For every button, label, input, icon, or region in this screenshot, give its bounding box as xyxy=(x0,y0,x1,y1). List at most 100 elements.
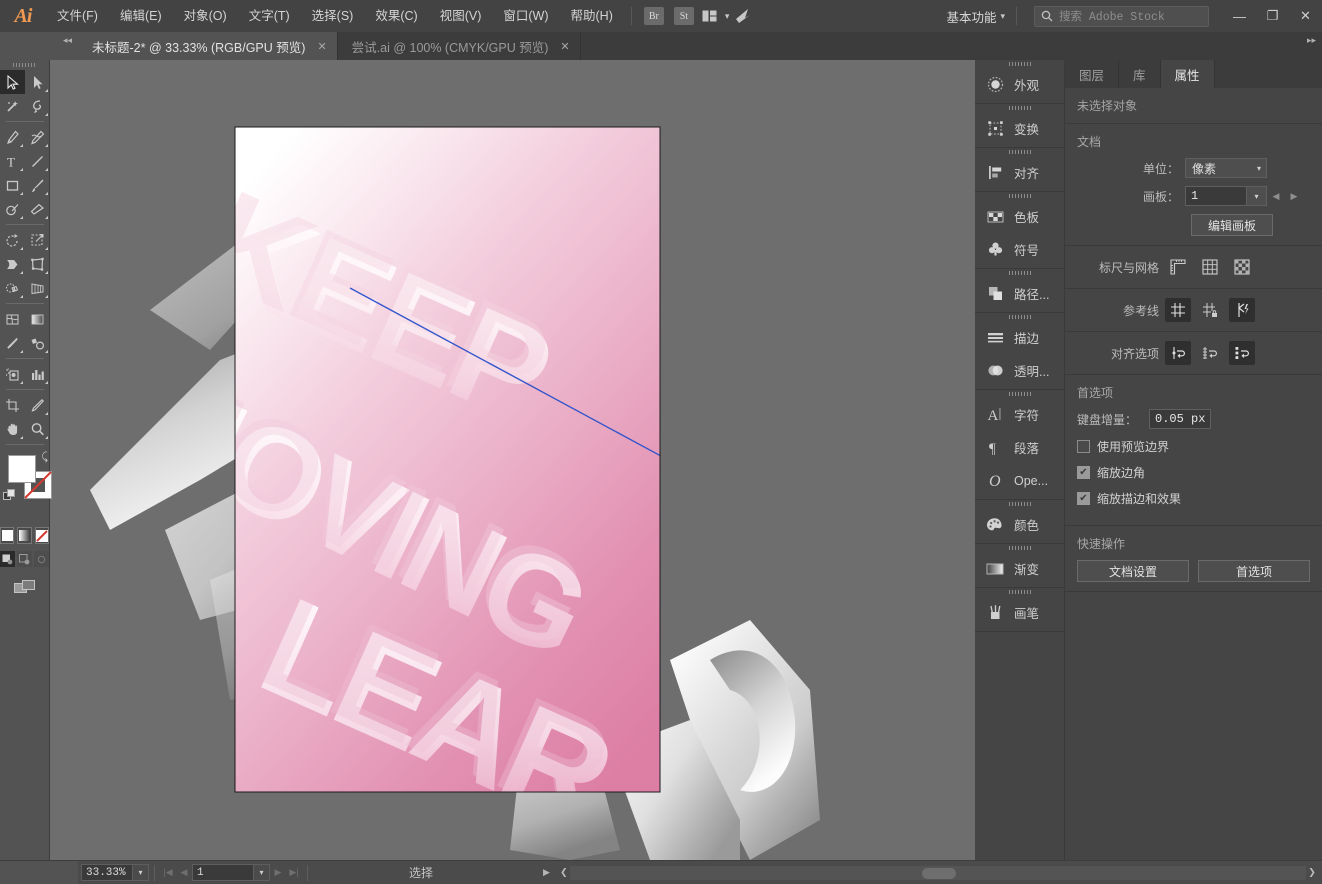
artboard-number-chevron-down-icon[interactable]: ▾ xyxy=(254,864,270,881)
draw-behind-button[interactable] xyxy=(17,551,32,567)
dock-item-gradient[interactable]: 渐变 xyxy=(975,552,1064,585)
dock-item-stroke[interactable]: 描边 xyxy=(975,321,1064,354)
document-tab-1[interactable]: 未标题-2* @ 33.33% (RGB/GPU 预览) ✕ xyxy=(78,32,338,60)
tool-width[interactable] xyxy=(0,252,25,276)
close-button[interactable]: ✕ xyxy=(1289,0,1322,32)
behance-icon[interactable] xyxy=(733,0,755,32)
tool-column-graph[interactable] xyxy=(25,362,50,386)
tool-shaper[interactable] xyxy=(0,197,25,221)
preview-bounds-row[interactable]: 使用预览边界 xyxy=(1077,438,1310,455)
dock-grip-1[interactable] xyxy=(975,60,1064,68)
tool-selection[interactable] xyxy=(0,70,25,94)
preferences-button[interactable]: 首选项 xyxy=(1198,560,1310,582)
toolbar-grip[interactable] xyxy=(0,60,49,70)
canvas-horizontal-scrollbar[interactable]: ❮ ❯ xyxy=(557,865,1318,880)
scale-corners-row[interactable]: 缩放边角 xyxy=(1077,464,1310,481)
artboard-number-input[interactable]: 1 xyxy=(192,864,254,881)
menu-view[interactable]: 视图(V) xyxy=(429,0,493,32)
panel-expand-icon[interactable]: ▸▸ xyxy=(580,32,1322,60)
workspace-switcher[interactable]: 基本功能 xyxy=(942,7,996,26)
scale-corners-checkbox[interactable] xyxy=(1077,466,1090,479)
tool-scale[interactable] xyxy=(25,228,50,252)
color-swatch-button[interactable] xyxy=(0,527,15,544)
tool-gradient[interactable] xyxy=(25,307,50,331)
status-menu-icon[interactable]: ▶ xyxy=(543,867,550,878)
canvas-area[interactable]: KEEP KEEP MOVING MOVING LEAR LEAR xyxy=(50,60,975,860)
edit-artboards-button[interactable]: 编辑画板 xyxy=(1191,214,1273,236)
dock-grip-5[interactable] xyxy=(975,269,1064,277)
preview-bounds-checkbox[interactable] xyxy=(1077,440,1090,453)
zoom-chevron-down-icon[interactable]: ▾ xyxy=(133,864,149,881)
dock-grip-4[interactable] xyxy=(975,192,1064,200)
artwork-canvas[interactable]: KEEP KEEP MOVING MOVING LEAR LEAR xyxy=(50,60,975,860)
tool-slice[interactable] xyxy=(25,393,50,417)
prev-artboard-icon[interactable]: ◀ xyxy=(176,864,192,881)
tool-hand[interactable] xyxy=(0,417,25,441)
unit-select[interactable]: 像素 ▾ xyxy=(1185,158,1267,178)
zoom-level-input[interactable]: 33.33% xyxy=(81,864,133,881)
horizontal-scroll-thumb[interactable] xyxy=(921,867,956,879)
tool-rotate[interactable] xyxy=(0,228,25,252)
default-fill-stroke-icon[interactable] xyxy=(3,489,15,504)
document-tab-2-close-icon[interactable]: ✕ xyxy=(560,40,569,53)
tool-line-segment[interactable] xyxy=(25,149,50,173)
menu-select[interactable]: 选择(S) xyxy=(301,0,365,32)
tool-direct-selection[interactable] xyxy=(25,70,50,94)
none-swatch-button[interactable] xyxy=(34,527,49,544)
document-tab-1-close-icon[interactable]: ✕ xyxy=(317,40,326,53)
dock-item-transparency[interactable]: 透明... xyxy=(975,354,1064,387)
dock-grip-8[interactable] xyxy=(975,500,1064,508)
last-artboard-icon[interactable]: ▶| xyxy=(286,864,302,881)
tool-rectangle[interactable] xyxy=(0,173,25,197)
first-artboard-icon[interactable]: |◀ xyxy=(160,864,176,881)
tool-artboard[interactable] xyxy=(0,393,25,417)
menu-type[interactable]: 文字(T) xyxy=(238,0,301,32)
smart-guides-icon[interactable] xyxy=(1229,298,1255,322)
dock-grip-3[interactable] xyxy=(975,148,1064,156)
lock-guides-icon[interactable] xyxy=(1197,298,1223,322)
tool-mesh[interactable] xyxy=(0,307,25,331)
dock-item-brushes[interactable]: 画笔 xyxy=(975,596,1064,629)
stock-icon[interactable]: St xyxy=(673,7,694,25)
tool-eyedropper[interactable] xyxy=(0,331,25,355)
dock-grip-10[interactable] xyxy=(975,588,1064,596)
show-grid-icon[interactable] xyxy=(1197,255,1223,279)
tool-free-transform[interactable] xyxy=(25,252,50,276)
keyboard-increment-input[interactable]: 0.05 px xyxy=(1149,409,1211,429)
menu-help[interactable]: 帮助(H) xyxy=(560,0,624,32)
dock-item-swatches[interactable]: 色板 xyxy=(975,200,1064,233)
tab-libraries[interactable]: 库 xyxy=(1119,60,1161,88)
search-stock-input[interactable]: 搜索 Adobe Stock xyxy=(1034,5,1209,27)
tool-perspective-grid[interactable] xyxy=(25,276,50,300)
show-guides-icon[interactable] xyxy=(1165,298,1191,322)
tool-zoom[interactable] xyxy=(25,417,50,441)
dock-item-transform[interactable]: 变换 xyxy=(975,112,1064,145)
document-tab-2[interactable]: 尝试.ai @ 100% (CMYK/GPU 预览) ✕ xyxy=(337,32,581,60)
tool-shape-builder[interactable] xyxy=(0,276,25,300)
dock-item-paragraph[interactable]: ¶ 段落 xyxy=(975,431,1064,464)
show-rulers-icon[interactable] xyxy=(1165,255,1191,279)
minimize-button[interactable]: — xyxy=(1223,0,1256,32)
dock-item-symbols[interactable]: 符号 xyxy=(975,233,1064,266)
snap-to-grid-icon[interactable] xyxy=(1197,341,1223,365)
artboard-input[interactable]: 1 xyxy=(1185,186,1247,206)
menu-effect[interactable]: 效果(C) xyxy=(364,0,428,32)
draw-normal-button[interactable] xyxy=(0,551,15,567)
arrange-documents-icon[interactable] xyxy=(699,0,721,32)
dock-item-align[interactable]: 对齐 xyxy=(975,156,1064,189)
bridge-icon[interactable]: Br xyxy=(643,7,664,25)
tool-pen[interactable] xyxy=(0,125,25,149)
scale-strokes-row[interactable]: 缩放描边和效果 xyxy=(1077,490,1310,507)
dock-grip-2[interactable] xyxy=(975,104,1064,112)
maximize-button[interactable]: ❐ xyxy=(1256,0,1289,32)
arrange-chevron-icon[interactable]: ▾ xyxy=(721,11,734,22)
tab-layers[interactable]: 图层 xyxy=(1065,60,1120,88)
show-transparency-grid-icon[interactable] xyxy=(1229,255,1255,279)
tool-curvature[interactable] xyxy=(25,125,50,149)
snap-to-pixel-icon[interactable] xyxy=(1229,341,1255,365)
dock-item-color[interactable]: 颜色 xyxy=(975,508,1064,541)
menu-edit[interactable]: 编辑(E) xyxy=(109,0,173,32)
tool-type[interactable]: T xyxy=(0,149,25,173)
dock-item-character[interactable]: A 字符 xyxy=(975,398,1064,431)
next-artboard-icon[interactable]: ▶ xyxy=(270,864,286,881)
